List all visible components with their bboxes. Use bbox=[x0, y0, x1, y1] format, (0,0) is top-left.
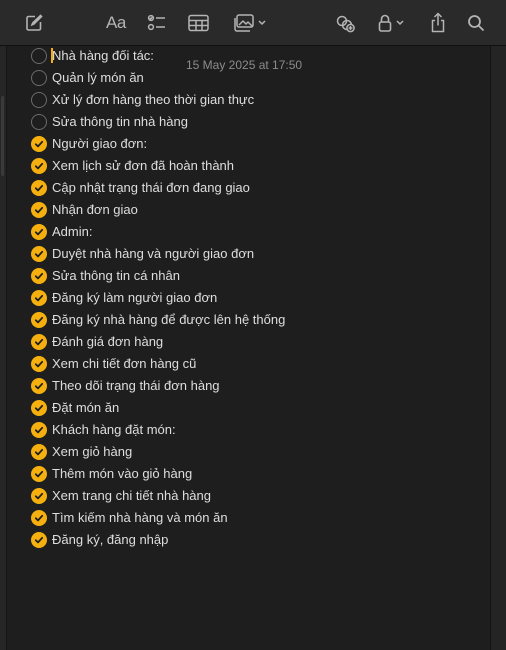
checked-circle-icon[interactable] bbox=[31, 268, 47, 284]
checked-circle-icon[interactable] bbox=[31, 246, 47, 262]
notes-window: Aa 15 May 2025 at 17:50 Nhà hàng đối tác… bbox=[0, 0, 506, 650]
checklist-item-label: Đăng ký nhà hàng để được lên hệ thống bbox=[52, 312, 286, 327]
toolbar: Aa bbox=[0, 0, 506, 46]
checked-circle-icon[interactable] bbox=[31, 378, 47, 394]
checklist-item-label: Đăng ký, đăng nhập bbox=[52, 532, 169, 547]
checklist-item-label: Xem trang chi tiết nhà hàng bbox=[52, 488, 211, 503]
checked-circle-icon[interactable] bbox=[31, 444, 47, 460]
checklist-item-label: Nhà hàng đối tác: bbox=[52, 48, 154, 63]
checked-circle-icon[interactable] bbox=[31, 532, 47, 548]
format-text-label: Aa bbox=[106, 13, 126, 32]
checklist-item[interactable]: Đặt món ăn bbox=[7, 397, 427, 419]
checked-circle-icon[interactable] bbox=[31, 180, 47, 196]
checked-circle-icon[interactable] bbox=[31, 356, 47, 372]
checklist-item[interactable]: Đăng ký làm người giao đơn bbox=[7, 287, 427, 309]
checklist-item[interactable]: Cập nhật trạng thái đơn đang giao bbox=[7, 177, 427, 199]
checklist-item[interactable]: Khách hàng đặt món: bbox=[7, 419, 427, 441]
checked-circle-icon[interactable] bbox=[31, 488, 47, 504]
checked-circle-icon[interactable] bbox=[31, 510, 47, 526]
checklist-item-label: Cập nhật trạng thái đơn đang giao bbox=[52, 180, 250, 195]
sidebar-edge bbox=[0, 46, 7, 650]
checklist-item-label: Đặt món ăn bbox=[52, 400, 120, 415]
media-icon[interactable] bbox=[233, 11, 266, 35]
checklist-item[interactable]: Duyệt nhà hàng và người giao đơn bbox=[7, 243, 427, 265]
checklist-item[interactable]: Xem giỏ hàng bbox=[7, 441, 427, 463]
checklist-item-label: Khách hàng đặt món: bbox=[52, 422, 176, 437]
checklist-item-label: Sửa thông tin cá nhân bbox=[52, 268, 180, 283]
chevron-down-icon bbox=[258, 20, 266, 26]
checklist-item[interactable]: Đánh giá đơn hàng bbox=[7, 331, 427, 353]
checklist-item-label: Xem giỏ hàng bbox=[52, 444, 133, 459]
checklist-item[interactable]: Xử lý đơn hàng theo thời gian thực bbox=[7, 89, 427, 111]
checklist-item-label: Quản lý món ăn bbox=[52, 70, 144, 85]
checklist-item[interactable]: Nhận đơn giao bbox=[7, 199, 427, 221]
checklist-item-label: Xem chi tiết đơn hàng cũ bbox=[52, 356, 197, 371]
checklist-item[interactable]: Đăng ký nhà hàng để được lên hệ thống bbox=[7, 309, 427, 331]
checklist-item[interactable]: Đăng ký, đăng nhập bbox=[7, 529, 427, 551]
checklist-item[interactable]: Theo dõi trạng thái đơn hàng bbox=[7, 375, 427, 397]
search-icon[interactable] bbox=[467, 11, 485, 35]
scrollbar[interactable] bbox=[490, 46, 506, 650]
checked-circle-icon[interactable] bbox=[31, 158, 47, 174]
checklist-item[interactable]: Người giao đơn: bbox=[7, 133, 427, 155]
checklist-item[interactable]: Tìm kiếm nhà hàng và món ăn bbox=[7, 507, 427, 529]
checked-circle-icon[interactable] bbox=[31, 202, 47, 218]
chevron-down-icon bbox=[396, 20, 404, 26]
checklist-item[interactable]: Sửa thông tin cá nhân bbox=[7, 265, 427, 287]
checked-circle-icon[interactable] bbox=[31, 290, 47, 306]
checklist-item[interactable]: Quản lý món ăn bbox=[7, 67, 427, 89]
share-icon[interactable] bbox=[430, 11, 446, 35]
checklist-item-label: Theo dõi trạng thái đơn hàng bbox=[52, 378, 220, 393]
checklist-item[interactable]: Xem trang chi tiết nhà hàng bbox=[7, 485, 427, 507]
compose-icon[interactable] bbox=[24, 11, 44, 35]
lock-icon[interactable] bbox=[377, 11, 404, 35]
unchecked-circle-icon[interactable] bbox=[31, 92, 47, 108]
note-body[interactable]: 15 May 2025 at 17:50 Nhà hàng đối tác: Qu… bbox=[7, 46, 490, 650]
table-icon[interactable] bbox=[188, 11, 209, 35]
checklist-item-label: Thêm món vào giỏ hàng bbox=[52, 466, 193, 481]
checked-circle-icon[interactable] bbox=[31, 422, 47, 438]
checklist-item-label: Sửa thông tin nhà hàng bbox=[52, 114, 188, 129]
checklist-item-label: Duyệt nhà hàng và người giao đơn bbox=[52, 246, 255, 261]
checked-circle-icon[interactable] bbox=[31, 312, 47, 328]
checklist-item-label: Đánh giá đơn hàng bbox=[52, 334, 164, 349]
checklist-item[interactable]: Thêm món vào giỏ hàng bbox=[7, 463, 427, 485]
checklist-item[interactable]: Sửa thông tin nhà hàng bbox=[7, 111, 427, 133]
checklist-item-label: Đăng ký làm người giao đơn bbox=[52, 290, 218, 305]
sidebar-scroll-thumb[interactable] bbox=[1, 96, 4, 176]
format-text-button[interactable]: Aa bbox=[106, 11, 126, 35]
checklist-item-label: Xem lịch sử đơn đã hoàn thành bbox=[52, 158, 235, 173]
checked-circle-icon[interactable] bbox=[31, 136, 47, 152]
checklist-item-label: Xử lý đơn hàng theo thời gian thực bbox=[52, 92, 255, 107]
checklist-item[interactable]: Admin: bbox=[7, 221, 427, 243]
checklist-item-label: Nhận đơn giao bbox=[52, 202, 138, 217]
collaborate-icon[interactable] bbox=[335, 11, 356, 35]
checklist-item[interactable]: Xem chi tiết đơn hàng cũ bbox=[7, 353, 427, 375]
unchecked-circle-icon[interactable] bbox=[31, 48, 47, 64]
unchecked-circle-icon[interactable] bbox=[31, 70, 47, 86]
checklist-item[interactable]: Xem lịch sử đơn đã hoàn thành bbox=[7, 155, 427, 177]
checklist-item-label: Người giao đơn: bbox=[52, 136, 148, 151]
checklist-item[interactable]: Nhà hàng đối tác: bbox=[7, 45, 427, 67]
checklist-icon[interactable] bbox=[147, 11, 167, 35]
unchecked-circle-icon[interactable] bbox=[31, 114, 47, 130]
checklist-item-label: Tìm kiếm nhà hàng và món ăn bbox=[52, 510, 228, 525]
checked-circle-icon[interactable] bbox=[31, 334, 47, 350]
checked-circle-icon[interactable] bbox=[31, 400, 47, 416]
checked-circle-icon[interactable] bbox=[31, 466, 47, 482]
checklist-item-label: Admin: bbox=[52, 224, 93, 239]
checked-circle-icon[interactable] bbox=[31, 224, 47, 240]
